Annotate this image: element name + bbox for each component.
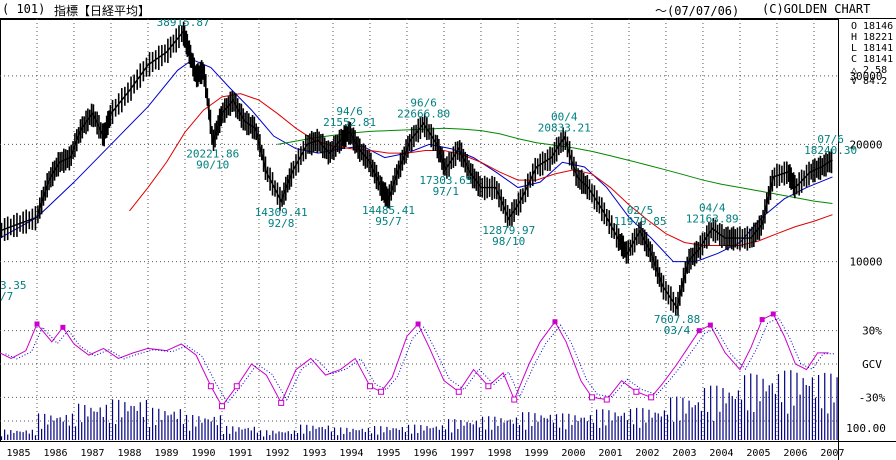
data-date: ～(07/07/06) <box>655 4 740 18</box>
x-tick-label-1997: 1997 <box>450 448 474 459</box>
ohlc-line-5: V 84.2 <box>851 76 887 87</box>
x-tick-label-2000: 2000 <box>561 448 585 459</box>
x-tick-label-1987: 1987 <box>80 448 104 459</box>
gcv-trough-marker <box>455 388 462 395</box>
x-tick-label-1985: 1985 <box>6 448 30 459</box>
gcv-peak-marker <box>759 317 765 323</box>
x-tick-label-1992: 1992 <box>265 448 289 459</box>
gcv-peak-marker <box>34 321 40 327</box>
gcv-trough-marker <box>218 403 225 410</box>
peak-label-7-1: 98/10 <box>492 235 525 248</box>
peak-label-4-1: 95/7 <box>375 215 402 228</box>
gcv-trough-marker <box>233 383 240 390</box>
gcv-tick-label-1: GCV <box>862 358 882 371</box>
volume-bars <box>0 370 838 440</box>
gcv-tick-label-2: -30% <box>859 391 886 404</box>
x-axis: 1985 1986 1987 1988 1989 1990 1991 1992 1993 1994… <box>6 448 844 459</box>
gcv-signal-line <box>5 317 835 404</box>
gcv-trough-marker <box>485 383 492 390</box>
stock-code: ( 101) <box>2 2 46 16</box>
peak-label-11-1: 12163.89 <box>686 213 739 226</box>
ohlc-line-1: H 18221 <box>851 32 893 43</box>
x-tick-label-2005: 2005 <box>746 448 770 459</box>
x-tick-label-1994: 1994 <box>339 448 363 459</box>
x-tick-label-1998: 1998 <box>487 448 511 459</box>
gcv-trough-marker <box>648 394 655 401</box>
gcv-trough-marker <box>278 399 285 406</box>
peak-labels: 89/1238915.8720221.8690/1014309.4192/894… <box>0 19 857 337</box>
x-tick-label-2004: 2004 <box>709 448 733 459</box>
peak-label-2-1: 92/8 <box>268 217 295 230</box>
volume-tick-label: 100.00 <box>846 422 886 435</box>
gcv-trough-marker <box>511 396 518 403</box>
y-tick-label-10000: 10000 <box>849 256 882 269</box>
x-tick-label-1990: 1990 <box>191 448 215 459</box>
gcv-trough-marker <box>366 383 373 390</box>
price-line <box>0 30 833 310</box>
chart-header: ( 101) 指標【日経平均】 ～(07/07/06) (C)GOLDEN CH… <box>0 0 896 19</box>
peak-label-1-1: 90/10 <box>196 159 229 172</box>
x-tick-label-2006: 2006 <box>783 448 807 459</box>
x-tick-label-1988: 1988 <box>117 448 141 459</box>
gcv-peak-marker <box>415 321 421 327</box>
peak-label-6-1: 97/1 <box>433 185 460 198</box>
gcv-peak-marker <box>696 328 702 334</box>
ohlc-line-2: L 18141 <box>851 43 893 54</box>
peak-label-13-1: /7 <box>0 290 13 303</box>
gcv-trough-marker <box>633 388 640 395</box>
gcv-tick-label-0: 30% <box>862 325 882 338</box>
peak-label-0-1: 38915.87 <box>157 19 210 29</box>
gcv-trough-marker <box>588 394 595 401</box>
price-lines <box>0 21 833 317</box>
x-tick-label-2007: 2007 <box>820 448 844 459</box>
gcv-peak-marker <box>552 319 558 325</box>
x-tick-label-1991: 1991 <box>228 448 252 459</box>
gcv-trough-marker <box>603 396 610 403</box>
ohlc-line-0: O 18146 <box>851 21 893 32</box>
x-tick-label-1999: 1999 <box>524 448 548 459</box>
x-tick-label-1989: 1989 <box>154 448 178 459</box>
x-tick-label-1995: 1995 <box>376 448 400 459</box>
x-tick-label-2001: 2001 <box>598 448 622 459</box>
gcv-peak-marker <box>60 324 66 330</box>
peak-label-3-1: 21552.81 <box>323 116 376 129</box>
gcv-trough-marker <box>207 383 214 390</box>
copyright: (C)GOLDEN CHART <box>762 2 871 16</box>
gcv-peak-marker <box>770 311 776 317</box>
y-tick-label-20000: 20000 <box>849 138 882 151</box>
peak-label-10-1: 03/4 <box>664 324 691 337</box>
price-chart: 89/1238915.8720221.8690/1014309.4192/894… <box>0 19 896 460</box>
gcv-trough-marker <box>378 388 385 395</box>
x-tick-label-1986: 1986 <box>43 448 67 459</box>
y-axis: 10000200003000030%GCV-30%100.00 <box>846 70 886 435</box>
peak-label-9-1: 11979.85 <box>614 215 667 228</box>
index-name: 指標【日経平均】 <box>54 4 151 18</box>
x-tick-label-1996: 1996 <box>413 448 437 459</box>
peak-label-5-1: 22666.80 <box>397 107 450 120</box>
peak-label-8-1: 20833.21 <box>538 122 591 135</box>
ohlc-line-4: △ 2.58 <box>851 65 887 76</box>
gcv-panel <box>0 311 835 410</box>
gcv-peak-marker <box>707 322 713 328</box>
x-tick-label-1993: 1993 <box>302 448 326 459</box>
grid <box>0 19 838 441</box>
x-tick-label-2002: 2002 <box>635 448 659 459</box>
ohlc-panel: O 18146H 18221L 18141C 18141△ 2.58V 84.2 <box>851 21 893 87</box>
ohlc-line-3: C 18141 <box>851 54 893 65</box>
x-tick-label-2003: 2003 <box>672 448 696 459</box>
